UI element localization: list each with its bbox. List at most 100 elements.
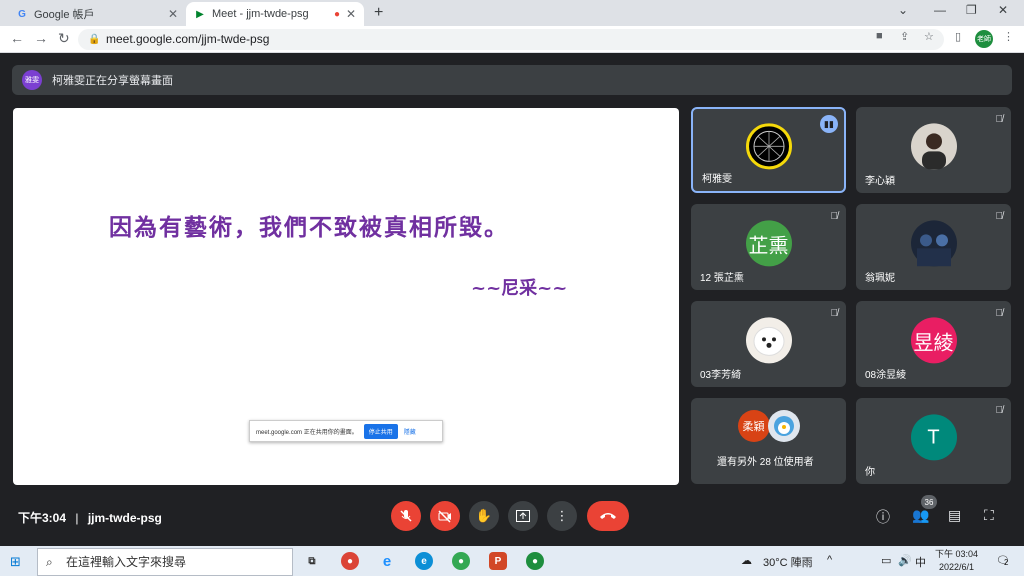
ie-icon[interactable]: e bbox=[378, 552, 396, 570]
volume-icon[interactable]: 🔊 bbox=[898, 554, 912, 567]
participant-name: 12 張芷熏 bbox=[700, 273, 744, 284]
weather-text[interactable]: 30°C 陣雨 bbox=[763, 554, 813, 570]
avatar bbox=[910, 220, 957, 267]
camera-off-icon bbox=[438, 510, 451, 523]
browser-toolbar: ← → ↻ 🔒 meet.google.com/jjm-twde-psg ■ ⇪… bbox=[0, 26, 1024, 53]
menu-icon[interactable]: ⋮ bbox=[1003, 30, 1014, 43]
mic-toggle-button[interactable] bbox=[391, 501, 421, 531]
speaking-indicator-icon: ▮▮ bbox=[820, 115, 838, 133]
profile-avatar[interactable]: 老師 bbox=[975, 30, 993, 48]
url-text: meet.google.com/jjm-twde-psg bbox=[106, 32, 270, 46]
tab-search-icon[interactable]: ⌄ bbox=[898, 3, 908, 17]
meeting-details-button[interactable]: ⓘ bbox=[876, 507, 890, 527]
raise-hand-button[interactable]: ✋ bbox=[469, 501, 499, 531]
lock-icon: 🔒 bbox=[88, 34, 101, 45]
mic-off-icon: 🎙̸ bbox=[995, 405, 1004, 416]
taskbar-clock[interactable]: 下午 03:04 2022/6/1 bbox=[935, 548, 978, 574]
present-button[interactable] bbox=[508, 501, 538, 531]
edge-icon[interactable]: e bbox=[415, 552, 433, 570]
participant-tile[interactable]: 昱綾 🎙̸ 08涂昱綾 bbox=[856, 301, 1011, 387]
taskbar-search-input[interactable]: ⌕ 在這裡輸入文字來搜尋 bbox=[37, 548, 293, 576]
camera-icon[interactable]: ■ bbox=[876, 30, 883, 42]
ime-indicator[interactable]: 中 bbox=[915, 554, 926, 570]
close-tab-icon[interactable]: ✕ bbox=[168, 7, 178, 21]
chrome-active-icon[interactable]: ● bbox=[526, 552, 544, 570]
search-icon: ⌕ bbox=[46, 555, 53, 569]
participant-tile[interactable]: 🎙̸ 李心穎 bbox=[856, 107, 1011, 193]
tab-google-account[interactable]: G Google 帳戶 ✕ bbox=[8, 2, 186, 26]
reload-icon[interactable]: ↻ bbox=[58, 30, 70, 47]
activities-button[interactable]: ⛶ bbox=[984, 507, 994, 524]
banner-text: 柯雅雯正在分享螢幕畫面 bbox=[52, 75, 173, 87]
back-icon[interactable]: ← bbox=[10, 30, 24, 46]
new-tab-icon[interactable]: + bbox=[374, 4, 383, 22]
people-button[interactable]: 👥 bbox=[912, 507, 929, 524]
avatar: 昱綾 bbox=[910, 317, 957, 364]
forward-icon[interactable]: → bbox=[34, 30, 48, 46]
participant-name: 你 bbox=[865, 467, 875, 478]
avatar: 柔穎 bbox=[737, 410, 770, 442]
recording-icon: ● bbox=[333, 8, 340, 20]
camera-toggle-button[interactable] bbox=[430, 501, 460, 531]
maximize-icon[interactable]: ❐ bbox=[966, 3, 977, 17]
share-icon[interactable]: ⇪ bbox=[900, 30, 909, 43]
clock-date: 2022/6/1 bbox=[938, 562, 975, 572]
hide-button[interactable]: 隱藏 bbox=[404, 427, 416, 436]
participant-tile[interactable]: ▮▮ 柯雅雯 bbox=[691, 107, 846, 193]
task-view-icon[interactable]: ⧉ bbox=[303, 552, 321, 570]
participant-name: 03李芳綺 bbox=[700, 370, 742, 381]
leave-call-button[interactable] bbox=[587, 501, 629, 531]
quote-author: ~~尼采~~ bbox=[471, 278, 568, 299]
windows-taskbar: ⊞ ⌕ 在這裡輸入文字來搜尋 ⧉ ● e e ● P ● ☁ 30°C 陣雨 ^… bbox=[0, 546, 1024, 576]
cartoon-avatar-icon bbox=[773, 416, 794, 436]
chrome-profile-icon[interactable]: ● bbox=[452, 552, 470, 570]
participant-tile[interactable]: 芷熏 🎙̸ 12 張芷熏 bbox=[691, 204, 846, 290]
windows-start-icon[interactable]: ⊞ bbox=[10, 554, 21, 570]
mic-off-icon: 🎙̸ bbox=[995, 211, 1004, 222]
participant-name: 翁珮妮 bbox=[865, 273, 895, 284]
mic-off-icon: 🎙̸ bbox=[830, 211, 839, 222]
participant-name: 李心穎 bbox=[865, 176, 895, 187]
presenting-banner: 雅雯 柯雅雯正在分享螢幕畫面 bbox=[12, 65, 1012, 95]
others-tile[interactable]: 柔穎 還有另外 28 位使用者 bbox=[691, 398, 846, 484]
participant-tile[interactable]: 🎙̸ 03李芳綺 bbox=[691, 301, 846, 387]
mic-off-icon: 🎙̸ bbox=[995, 308, 1004, 319]
close-tab-icon[interactable]: ✕ bbox=[346, 7, 356, 21]
share-notification-bar: meet.google.com 正在共用你的畫面。 停止共用 隱藏 bbox=[249, 420, 443, 442]
meeting-info: 下午3:04 | jjm-twde-psg bbox=[18, 509, 162, 526]
quote-text: 因為有藝術，我們不致被真相所毀。 bbox=[109, 214, 509, 241]
avatar bbox=[767, 410, 800, 442]
shared-screen: 因為有藝術，我們不致被真相所毀。 ~~尼采~~ meet.google.com … bbox=[13, 108, 679, 485]
weather-icon: ☁ bbox=[741, 555, 752, 567]
network-icon[interactable]: ▭ bbox=[881, 554, 891, 567]
avatar bbox=[910, 123, 957, 170]
tab-title: Google 帳戶 bbox=[34, 9, 95, 21]
participant-tile[interactable]: 🎙̸ 翁珮妮 bbox=[856, 204, 1011, 290]
self-tile[interactable]: T 🎙̸ 你 bbox=[856, 398, 1011, 484]
tab-meet[interactable]: ▶ Meet - jjm-twde-psg ● ✕ bbox=[186, 2, 364, 26]
search-placeholder: 在這裡輸入文字來搜尋 bbox=[66, 555, 187, 569]
mic-off-icon bbox=[400, 510, 412, 522]
participant-count-badge: 36 bbox=[921, 495, 937, 509]
google-icon: G bbox=[18, 8, 26, 20]
globe-logo-icon bbox=[753, 130, 784, 162]
bookmark-star-icon[interactable]: ☆ bbox=[924, 30, 934, 43]
close-window-icon[interactable]: ✕ bbox=[998, 3, 1008, 17]
chrome-icon[interactable]: ● bbox=[341, 552, 359, 570]
avatar: 雅雯 bbox=[22, 70, 42, 90]
participant-name: 08涂昱綾 bbox=[865, 370, 907, 381]
more-options-button[interactable]: ⋮ bbox=[547, 501, 577, 531]
side-panel-icon[interactable]: ▯ bbox=[955, 30, 961, 43]
minimize-icon[interactable]: — bbox=[934, 3, 946, 17]
powerpoint-icon[interactable]: P bbox=[489, 552, 507, 570]
clock-time: 下午 03:04 bbox=[935, 549, 979, 559]
mic-off-icon: 🎙̸ bbox=[830, 308, 839, 319]
participant-name: 柯雅雯 bbox=[702, 174, 732, 185]
avatar bbox=[745, 123, 792, 170]
others-avatars: 柔穎 bbox=[737, 410, 800, 442]
chat-button[interactable]: ▤ bbox=[948, 507, 961, 524]
stop-sharing-button[interactable]: 停止共用 bbox=[363, 423, 398, 439]
person-photo-icon bbox=[921, 133, 946, 170]
address-bar[interactable]: 🔒 meet.google.com/jjm-twde-psg bbox=[78, 29, 944, 50]
tray-overflow-icon[interactable]: ^ bbox=[827, 554, 832, 566]
